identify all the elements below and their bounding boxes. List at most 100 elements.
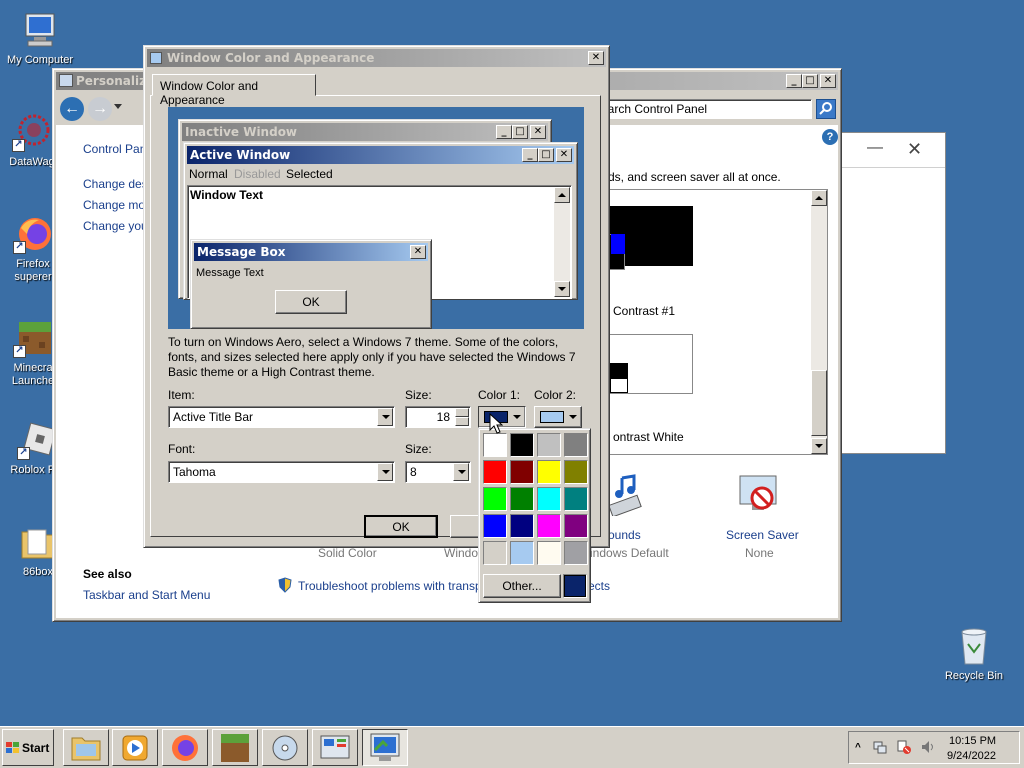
size-decrement-button[interactable]: [455, 417, 469, 426]
volume-icon[interactable]: [921, 740, 937, 754]
palette-color-swatch[interactable]: [537, 460, 561, 484]
preview-maximize-icon: □: [512, 125, 528, 139]
tab-window-color[interactable]: Window Color and Appearance: [152, 74, 316, 107]
theme-label-contrast-1[interactable]: Contrast #1: [613, 304, 675, 318]
other-color-button[interactable]: Other...: [483, 574, 561, 598]
desktop-icon-label: My Computer: [6, 54, 74, 66]
palette-color-swatch[interactable]: [483, 541, 507, 565]
ok-button[interactable]: OK: [364, 515, 438, 538]
sidebar-link-mouse[interactable]: Change mou: [83, 198, 152, 212]
taskbar-firefox-button[interactable]: [162, 729, 208, 766]
sidebar-link-account[interactable]: Change your: [83, 219, 152, 233]
theme-list-scrollbar[interactable]: [811, 190, 827, 454]
palette-color-swatch[interactable]: [564, 541, 588, 565]
theme-label-contrast-white[interactable]: ontrast White: [613, 430, 684, 444]
minimize-button[interactable]: _: [786, 74, 802, 88]
taskbar-minecraft-button[interactable]: [212, 729, 258, 766]
search-placeholder: earch Control Panel: [601, 102, 708, 116]
preview-inactive-title: Inactive Window: [185, 125, 298, 139]
desktop-icon-recycle-bin[interactable]: Recycle Bin: [934, 626, 1014, 683]
sounds-label[interactable]: ounds: [608, 528, 641, 542]
palette-color-swatch[interactable]: [537, 433, 561, 457]
screen-saver-icon[interactable]: [736, 472, 780, 516]
dialog-close-button[interactable]: ✕: [588, 51, 604, 65]
font-size-dropdown[interactable]: 8: [405, 461, 471, 483]
background-window: — ✕: [838, 132, 946, 454]
item-dropdown[interactable]: Active Title Bar: [168, 406, 395, 428]
font-dropdown[interactable]: Tahoma: [168, 461, 395, 483]
scroll-thumb[interactable]: [811, 370, 827, 436]
palette-color-swatch[interactable]: [510, 460, 534, 484]
taskbar-media-player-button[interactable]: [112, 729, 158, 766]
taskbar-control-panel-button[interactable]: [312, 729, 358, 766]
control-panel-icon: [320, 735, 350, 759]
palette-color-swatch[interactable]: [564, 460, 588, 484]
search-button[interactable]: [816, 99, 836, 119]
color2-swatch: [540, 411, 564, 423]
close-icon[interactable]: ✕: [907, 139, 922, 160]
troubleshoot-link[interactable]: Troubleshoot problems with transpare: [298, 579, 499, 593]
preview-close-icon: ✕: [410, 245, 426, 259]
taskbar-start-menu-link[interactable]: Taskbar and Start Menu: [83, 588, 210, 602]
control-panel-icon: [59, 74, 73, 87]
palette-color-swatch[interactable]: [483, 460, 507, 484]
font-value: Tahoma: [173, 465, 216, 479]
palette-color-swatch[interactable]: [510, 487, 534, 511]
cd-player-icon: [272, 735, 298, 761]
close-button[interactable]: ✕: [820, 74, 836, 88]
help-button[interactable]: ?: [822, 129, 838, 145]
palette-color-swatch[interactable]: [564, 433, 588, 457]
scroll-down-button[interactable]: [811, 438, 827, 454]
taskbar-cd-player-button[interactable]: [262, 729, 308, 766]
ok-label: OK: [392, 520, 410, 534]
forward-button[interactable]: →: [88, 97, 112, 121]
palette-color-swatch[interactable]: [537, 514, 561, 538]
recent-pages-chevron-icon[interactable]: [114, 104, 122, 109]
preview-message-box: Message Box ✕ Message Text OK: [190, 239, 432, 329]
palette-color-swatch[interactable]: [510, 514, 534, 538]
effects-link[interactable]: ects: [588, 579, 610, 593]
display-settings-icon: [370, 733, 400, 761]
theme-thumbnail-contrast-white[interactable]: [609, 334, 693, 394]
clock-time[interactable]: 10:15 PM: [949, 735, 996, 747]
palette-color-swatch[interactable]: [537, 487, 561, 511]
palette-color-swatch[interactable]: [483, 487, 507, 511]
palette-color-swatch[interactable]: [510, 433, 534, 457]
dialog-app-icon: [150, 52, 162, 64]
start-button[interactable]: Start: [2, 729, 54, 766]
palette-color-swatch[interactable]: [510, 541, 534, 565]
palette-color-swatch[interactable]: [564, 514, 588, 538]
preview-menu-normal: Normal: [189, 167, 228, 181]
palette-color-swatch[interactable]: [537, 541, 561, 565]
preview-close-icon: ✕: [530, 125, 546, 139]
item-dropdown-arrow-icon[interactable]: [377, 408, 393, 426]
desktop-icon-my-computer[interactable]: My Computer: [0, 10, 80, 67]
preview-scroll-up: [554, 187, 570, 203]
maximize-button[interactable]: □: [802, 74, 818, 88]
screen-saver-label[interactable]: Screen Saver: [726, 528, 799, 542]
palette-color-swatch[interactable]: [483, 514, 507, 538]
font-dropdown-arrow-icon[interactable]: [377, 463, 393, 481]
see-also-header: See also: [83, 567, 132, 581]
dialog-titlebar[interactable]: Window Color and Appearance ✕: [147, 49, 606, 67]
color2-button[interactable]: [534, 406, 582, 428]
minimize-icon[interactable]: —: [867, 139, 883, 157]
sounds-icon[interactable]: [608, 472, 648, 518]
back-button[interactable]: ←: [60, 97, 84, 121]
system-tray: ^ 10:15 PM 9/24/2022: [848, 731, 1020, 764]
network-icon[interactable]: [873, 740, 887, 754]
search-input[interactable]: earch Control Panel: [596, 99, 812, 119]
font-size-dropdown-arrow-icon[interactable]: [453, 463, 469, 481]
preview-minimize-icon: _: [496, 125, 512, 139]
item-size-stepper[interactable]: 18: [405, 406, 471, 428]
size-increment-button[interactable]: [455, 408, 469, 417]
taskbar-personalization-button[interactable]: [362, 729, 408, 766]
action-center-icon[interactable]: [897, 740, 911, 754]
palette-color-swatch[interactable]: [564, 487, 588, 511]
clock-date[interactable]: 9/24/2022: [947, 750, 996, 762]
show-hidden-icons-chevron-icon[interactable]: ^: [855, 742, 861, 753]
theme-thumbnail-contrast-1[interactable]: [609, 206, 693, 270]
scroll-up-button[interactable]: [811, 190, 827, 206]
taskbar-explorer-button[interactable]: [63, 729, 109, 766]
current-color-swatch: [563, 574, 587, 598]
